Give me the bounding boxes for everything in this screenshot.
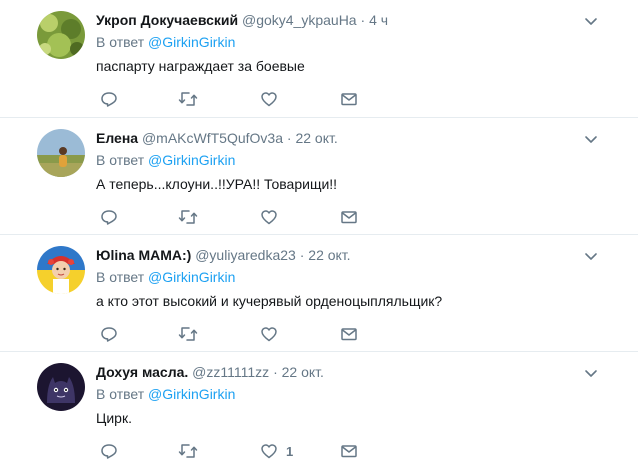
direct-message-button[interactable] (340, 89, 358, 109)
retweet-button[interactable] (178, 324, 198, 344)
user-handle[interactable]: @mAKcWfT5QufOv3a (142, 130, 283, 146)
like-button[interactable] (260, 89, 286, 109)
separator: · (299, 247, 305, 263)
reply-icon (100, 208, 118, 226)
display-name[interactable]: Укроп Докучаевский (96, 12, 238, 28)
chevron-down-icon[interactable] (584, 132, 598, 146)
replying-prefix: В ответ (96, 34, 145, 50)
replying-to: В ответ @GirkinGirkin (96, 151, 235, 169)
replying-prefix: В ответ (96, 386, 145, 402)
mention-link[interactable]: @GirkinGirkin (148, 34, 235, 50)
retweet-button[interactable] (178, 441, 198, 461)
envelope-icon (340, 90, 358, 108)
timestamp[interactable]: 22 окт. (282, 364, 324, 380)
direct-message-button[interactable] (340, 324, 358, 344)
envelope-icon (340, 208, 358, 226)
retweet-icon (178, 90, 198, 108)
reply-icon (100, 90, 118, 108)
tweet-text: Цирк. (96, 410, 132, 426)
timestamp[interactable]: 22 окт. (308, 247, 350, 263)
separator: · (273, 364, 278, 380)
retweet-icon (178, 325, 198, 343)
tweet[interactable]: Елена @mAKcWfT5QufOv3a · 22 окт. В ответ… (0, 118, 638, 235)
retweet-icon (178, 208, 198, 226)
avatar[interactable] (37, 129, 85, 177)
tweet-header: Дохуя масла. @zz11111zz · 22 окт. (96, 363, 324, 381)
tweet-header: Укроп Докучаевский @goky4_ykpauHa · 4 ч (96, 11, 388, 29)
tweet-text: а кто этот высокий и кучерявый орденоцып… (96, 293, 443, 309)
reply-button[interactable] (100, 207, 118, 227)
timestamp[interactable]: 4 ч (369, 12, 388, 28)
heart-icon (260, 208, 278, 226)
tweet[interactable]: Дохуя масла. @zz11111zz · 22 окт. В отве… (0, 352, 638, 468)
like-button[interactable] (260, 324, 286, 344)
tweet-header: Юlina МАМА:) @yuliyaredka23 · 22 окт. (96, 246, 351, 264)
replying-to: В ответ @GirkinGirkin (96, 385, 235, 403)
mention-link[interactable]: @GirkinGirkin (148, 269, 235, 285)
tweet-header: Елена @mAKcWfT5QufOv3a · 22 окт. (96, 129, 338, 147)
reply-timeline: Укроп Докучаевский @goky4_ykpauHa · 4 ч … (0, 0, 638, 468)
chevron-down-icon[interactable] (584, 366, 598, 380)
reply-button[interactable] (100, 89, 118, 109)
user-handle[interactable]: @zz11111zz (192, 364, 269, 380)
envelope-icon (340, 442, 358, 460)
heart-icon (260, 442, 278, 460)
tweet-actions (96, 207, 376, 227)
replying-prefix: В ответ (96, 152, 145, 168)
display-name[interactable]: Елена (96, 130, 138, 146)
like-button[interactable]: 1 (260, 441, 293, 461)
avatar[interactable] (37, 246, 85, 294)
heart-icon (260, 90, 278, 108)
reply-button[interactable] (100, 324, 118, 344)
tweet-actions: 1 (96, 441, 376, 461)
reply-icon (100, 442, 118, 460)
retweet-button[interactable] (178, 207, 198, 227)
separator: · (360, 12, 366, 28)
chevron-down-icon[interactable] (584, 249, 598, 263)
reply-icon (100, 325, 118, 343)
avatar[interactable] (37, 363, 85, 411)
user-handle[interactable]: @goky4_ykpauHa (242, 12, 357, 28)
timestamp[interactable]: 22 окт. (295, 130, 337, 146)
mention-link[interactable]: @GirkinGirkin (148, 386, 235, 402)
user-handle[interactable]: @yuliyaredka23 (195, 247, 296, 263)
tweet[interactable]: Укроп Докучаевский @goky4_ykpauHa · 4 ч … (0, 0, 638, 118)
like-button[interactable] (260, 207, 286, 227)
heart-icon (260, 325, 278, 343)
like-count: 1 (286, 443, 294, 459)
chevron-down-icon[interactable] (584, 14, 598, 28)
tweet-actions (96, 324, 376, 344)
tweet-text: паспарту награждает за боевые (96, 58, 305, 74)
retweet-icon (178, 442, 198, 460)
separator: · (286, 130, 292, 146)
direct-message-button[interactable] (340, 441, 358, 461)
display-name[interactable]: Дохуя масла. (96, 364, 188, 380)
tweet-text: А теперь...клоуни..!!УРА!! Товарищи!! (96, 176, 338, 192)
retweet-button[interactable] (178, 89, 198, 109)
replying-to: В ответ @GirkinGirkin (96, 33, 235, 51)
tweet[interactable]: Юlina МАМА:) @yuliyaredka23 · 22 окт. В … (0, 235, 638, 352)
tweet-actions (96, 89, 376, 109)
envelope-icon (340, 325, 358, 343)
mention-link[interactable]: @GirkinGirkin (148, 152, 235, 168)
replying-to: В ответ @GirkinGirkin (96, 268, 235, 286)
display-name[interactable]: Юlina МАМА:) (96, 247, 191, 263)
direct-message-button[interactable] (340, 207, 358, 227)
replying-prefix: В ответ (96, 269, 145, 285)
avatar[interactable] (37, 11, 85, 59)
reply-button[interactable] (100, 441, 118, 461)
